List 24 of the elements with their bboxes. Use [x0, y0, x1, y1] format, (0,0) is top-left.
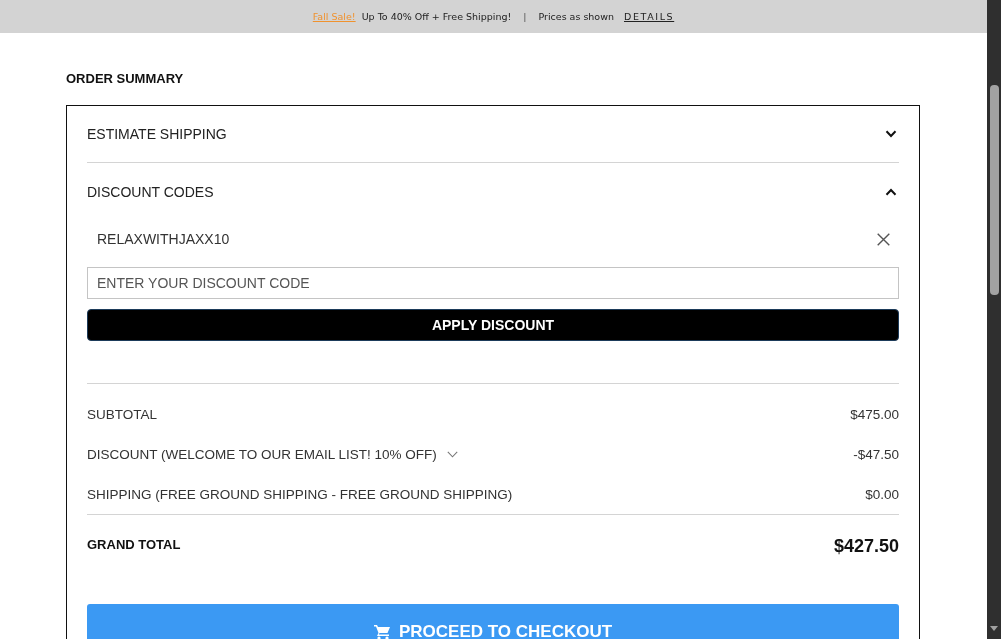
section-title: ORDER SUMMARY	[66, 71, 184, 87]
promo-note: Prices as shown	[538, 11, 614, 22]
accordion-header[interactable]: ESTIMATE SHIPPING	[87, 106, 899, 162]
grand-total-value: $427.50	[833, 535, 899, 557]
down-arrow-icon[interactable]	[990, 626, 998, 631]
total-label: SUBTOTAL	[87, 406, 158, 422]
separator: |	[523, 11, 527, 22]
accordion-header[interactable]: DISCOUNT CODES	[87, 163, 899, 221]
close-icon[interactable]	[877, 232, 890, 246]
total-value: $475.00	[850, 406, 899, 422]
details-link[interactable]: DETAILS	[624, 11, 675, 22]
discount-code-input[interactable]: ENTER YOUR DISCOUNT CODE	[87, 267, 899, 299]
applied-code: RELAXWITHJAXX10	[97, 231, 230, 247]
total-label: DISCOUNT (WELCOME TO OUR EMAIL LIST! 10% OFF)	[87, 446, 437, 462]
total-value: $0.00	[865, 486, 899, 502]
scrollbar[interactable]	[987, 0, 1001, 639]
promo-message: Up To 40% Off + Free Shipping!	[361, 11, 512, 22]
total-value: -$47.50	[853, 446, 899, 462]
cart-icon	[373, 624, 391, 639]
chevron-down-icon[interactable]	[446, 450, 458, 458]
apply-discount-button[interactable]: APPLY DISCOUNT	[87, 309, 899, 341]
total-label: SHIPPING (FREE GROUND SHIPPING - FREE GROUND SHIPPING)	[87, 486, 513, 502]
grand-total-label: GRAND TOTAL	[87, 537, 181, 553]
scrollbar-thumb[interactable]	[989, 85, 999, 295]
